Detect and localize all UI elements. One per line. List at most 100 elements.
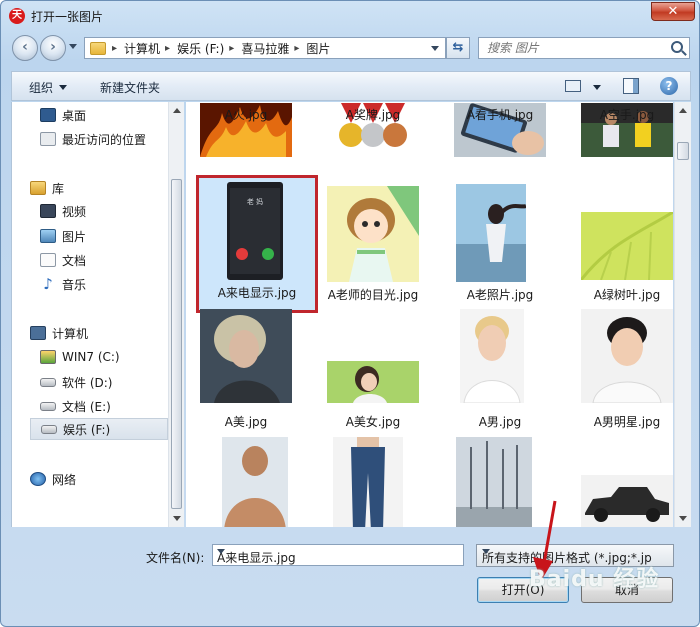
file-item[interactable]: A美女.jpg [319,307,427,430]
file-name: A火.jpg [224,108,268,122]
address-bar[interactable]: ▸ 计算机 ▸ 娱乐 (F:) ▸ 喜马拉雅 ▸ 图片 [84,37,446,59]
navigation-pane: 桌面 最近访问的位置 库 视频 图片 文档 ♪ 音乐 计算机 WIN7 (C:)… [11,102,184,527]
sidebar-item-computer[interactable]: 计算机 [30,322,186,344]
file-item[interactable]: A美.jpg [192,307,300,430]
file-item[interactable]: A绿树叶.jpg [573,182,673,305]
breadcrumb-computer[interactable]: 计算机 [124,40,160,57]
sidebar-item-network[interactable]: 网络 [30,468,186,490]
new-folder-button[interactable]: 新建文件夹 [100,79,160,96]
sidebar-item-drive-f[interactable]: 娱乐 (F:) [30,418,168,440]
search-icon[interactable] [671,41,683,53]
sidebar-item-label: WIN7 (C:) [62,350,120,364]
sidebar-item-label: 软件 (D:) [62,375,113,390]
file-item[interactable]: A火.jpg [192,102,300,169]
chevron-down-icon[interactable] [482,549,490,554]
system-drive-icon [40,350,56,364]
refresh-button[interactable]: ⇆ [446,37,470,59]
file-item-selected[interactable]: 老 妈 A来电显示.jpg [196,175,318,313]
file-name: A美.jpg [224,415,268,429]
folder-icon [90,41,106,55]
drive-icon [40,401,56,411]
recent-pages-dropdown-icon[interactable] [69,44,77,49]
file-item[interactable] [319,435,427,527]
filename-value[interactable]: A来电显示.jpg [217,549,296,566]
change-view-icon[interactable] [565,80,581,92]
music-icon: ♪ [43,275,53,293]
file-list-scrollbar[interactable] [674,102,691,527]
sidebar-item-label: 最近访问的位置 [62,132,147,147]
classic-car-thumbnail [581,475,673,527]
back-button[interactable]: ‹ [12,35,38,61]
file-item[interactable]: A男明星.jpg [573,307,673,430]
drive-icon [41,424,57,434]
file-item[interactable]: A空手.jpg [573,102,673,169]
file-name: A男.jpg [478,415,522,429]
title-bar[interactable]: 天 打开一张图片 ✕ [1,1,699,31]
app-icon: 天 [9,8,25,24]
file-item[interactable]: A男.jpg [446,307,554,430]
scroll-down-icon[interactable] [679,516,687,521]
sidebar-item-label: 娱乐 (F:) [63,422,111,437]
chevron-down-icon [59,85,68,90]
shirtless-man-thumbnail [222,437,288,527]
scroll-up-icon[interactable] [679,108,687,113]
incoming-call-thumbnail: 老 妈 [227,182,283,280]
file-item[interactable]: A奖牌.jpg [319,102,427,169]
address-history-dropdown-icon[interactable] [431,46,439,51]
close-button[interactable]: ✕ [651,2,695,21]
filename-history-dropdown-icon[interactable] [217,549,225,554]
scrollbar-thumb[interactable] [677,142,689,160]
breadcrumb-pictures[interactable]: 图片 [306,40,330,57]
chevron-right-icon[interactable]: ▸ [165,43,170,54]
caller-name-text: 老 妈 [247,197,263,206]
organize-label: 组织 [29,81,54,95]
chevron-right-icon[interactable]: ▸ [294,43,299,54]
network-icon [30,472,46,486]
search-input[interactable] [479,38,659,58]
breadcrumb-himalaya[interactable]: 喜马拉雅 [241,40,289,57]
green-leaf-thumbnail [581,212,673,280]
documents-icon [40,253,56,267]
file-item[interactable]: A老师的目光.jpg [319,182,427,305]
scroll-down-icon[interactable] [173,516,181,521]
file-item[interactable] [573,435,673,527]
navigation-pane-scrollbar[interactable] [168,102,184,527]
organize-menu-button[interactable]: 组织 [29,79,68,96]
scroll-up-icon[interactable] [173,108,181,113]
man-portrait-thumbnail [460,309,524,403]
breadcrumb-drive-f[interactable]: 娱乐 (F:) [177,40,224,57]
help-icon[interactable]: ? [660,77,678,95]
filename-field[interactable]: A来电显示.jpg [212,544,464,566]
sidebar-item-label: 网络 [52,472,77,487]
chevron-right-icon[interactable]: ▸ [112,43,117,54]
sidebar-item-label: 文档 [62,253,87,268]
file-item[interactable] [192,435,300,527]
beauty-thumbnail [327,361,419,403]
baidu-watermark: Baidu 经验 [529,567,660,592]
navigation-bar: ‹ › ▸ 计算机 ▸ 娱乐 (F:) ▸ 喜马拉雅 ▸ 图片 ⇆ [1,31,699,65]
scrollbar-thumb[interactable] [171,179,182,509]
computer-icon [30,326,46,340]
open-image-dialog: 天 打开一张图片 ✕ ‹ › ▸ 计算机 ▸ 娱乐 (F:) ▸ 喜马拉雅 ▸ … [0,0,700,627]
file-item[interactable]: A老照片.jpg [446,182,554,305]
old-photo-thumbnail [456,184,526,282]
forward-button[interactable]: › [40,35,66,61]
view-options-dropdown-icon[interactable] [593,85,601,90]
sidebar-item-label: 音乐 [62,277,87,292]
sidebar-item-label: 桌面 [62,108,87,123]
window-title: 打开一张图片 [31,10,104,24]
chevron-right-icon[interactable]: ▸ [229,43,234,54]
sidebar-item-libraries[interactable]: 库 [30,177,186,199]
file-name: A老照片.jpg [466,288,534,302]
file-item[interactable]: A看手机.jpg [446,102,554,169]
sidebar-item-label: 视频 [62,204,87,219]
file-name: A空手.jpg [599,108,655,122]
file-name: A奖牌.jpg [345,108,401,122]
video-icon [40,204,56,218]
drive-icon [40,377,56,387]
preview-pane-icon[interactable] [623,78,639,94]
file-name: A男明星.jpg [593,415,661,429]
sidebar-item-label: 文档 (E:) [62,399,111,414]
jeans-thumbnail [333,437,403,527]
search-box[interactable] [478,37,690,59]
